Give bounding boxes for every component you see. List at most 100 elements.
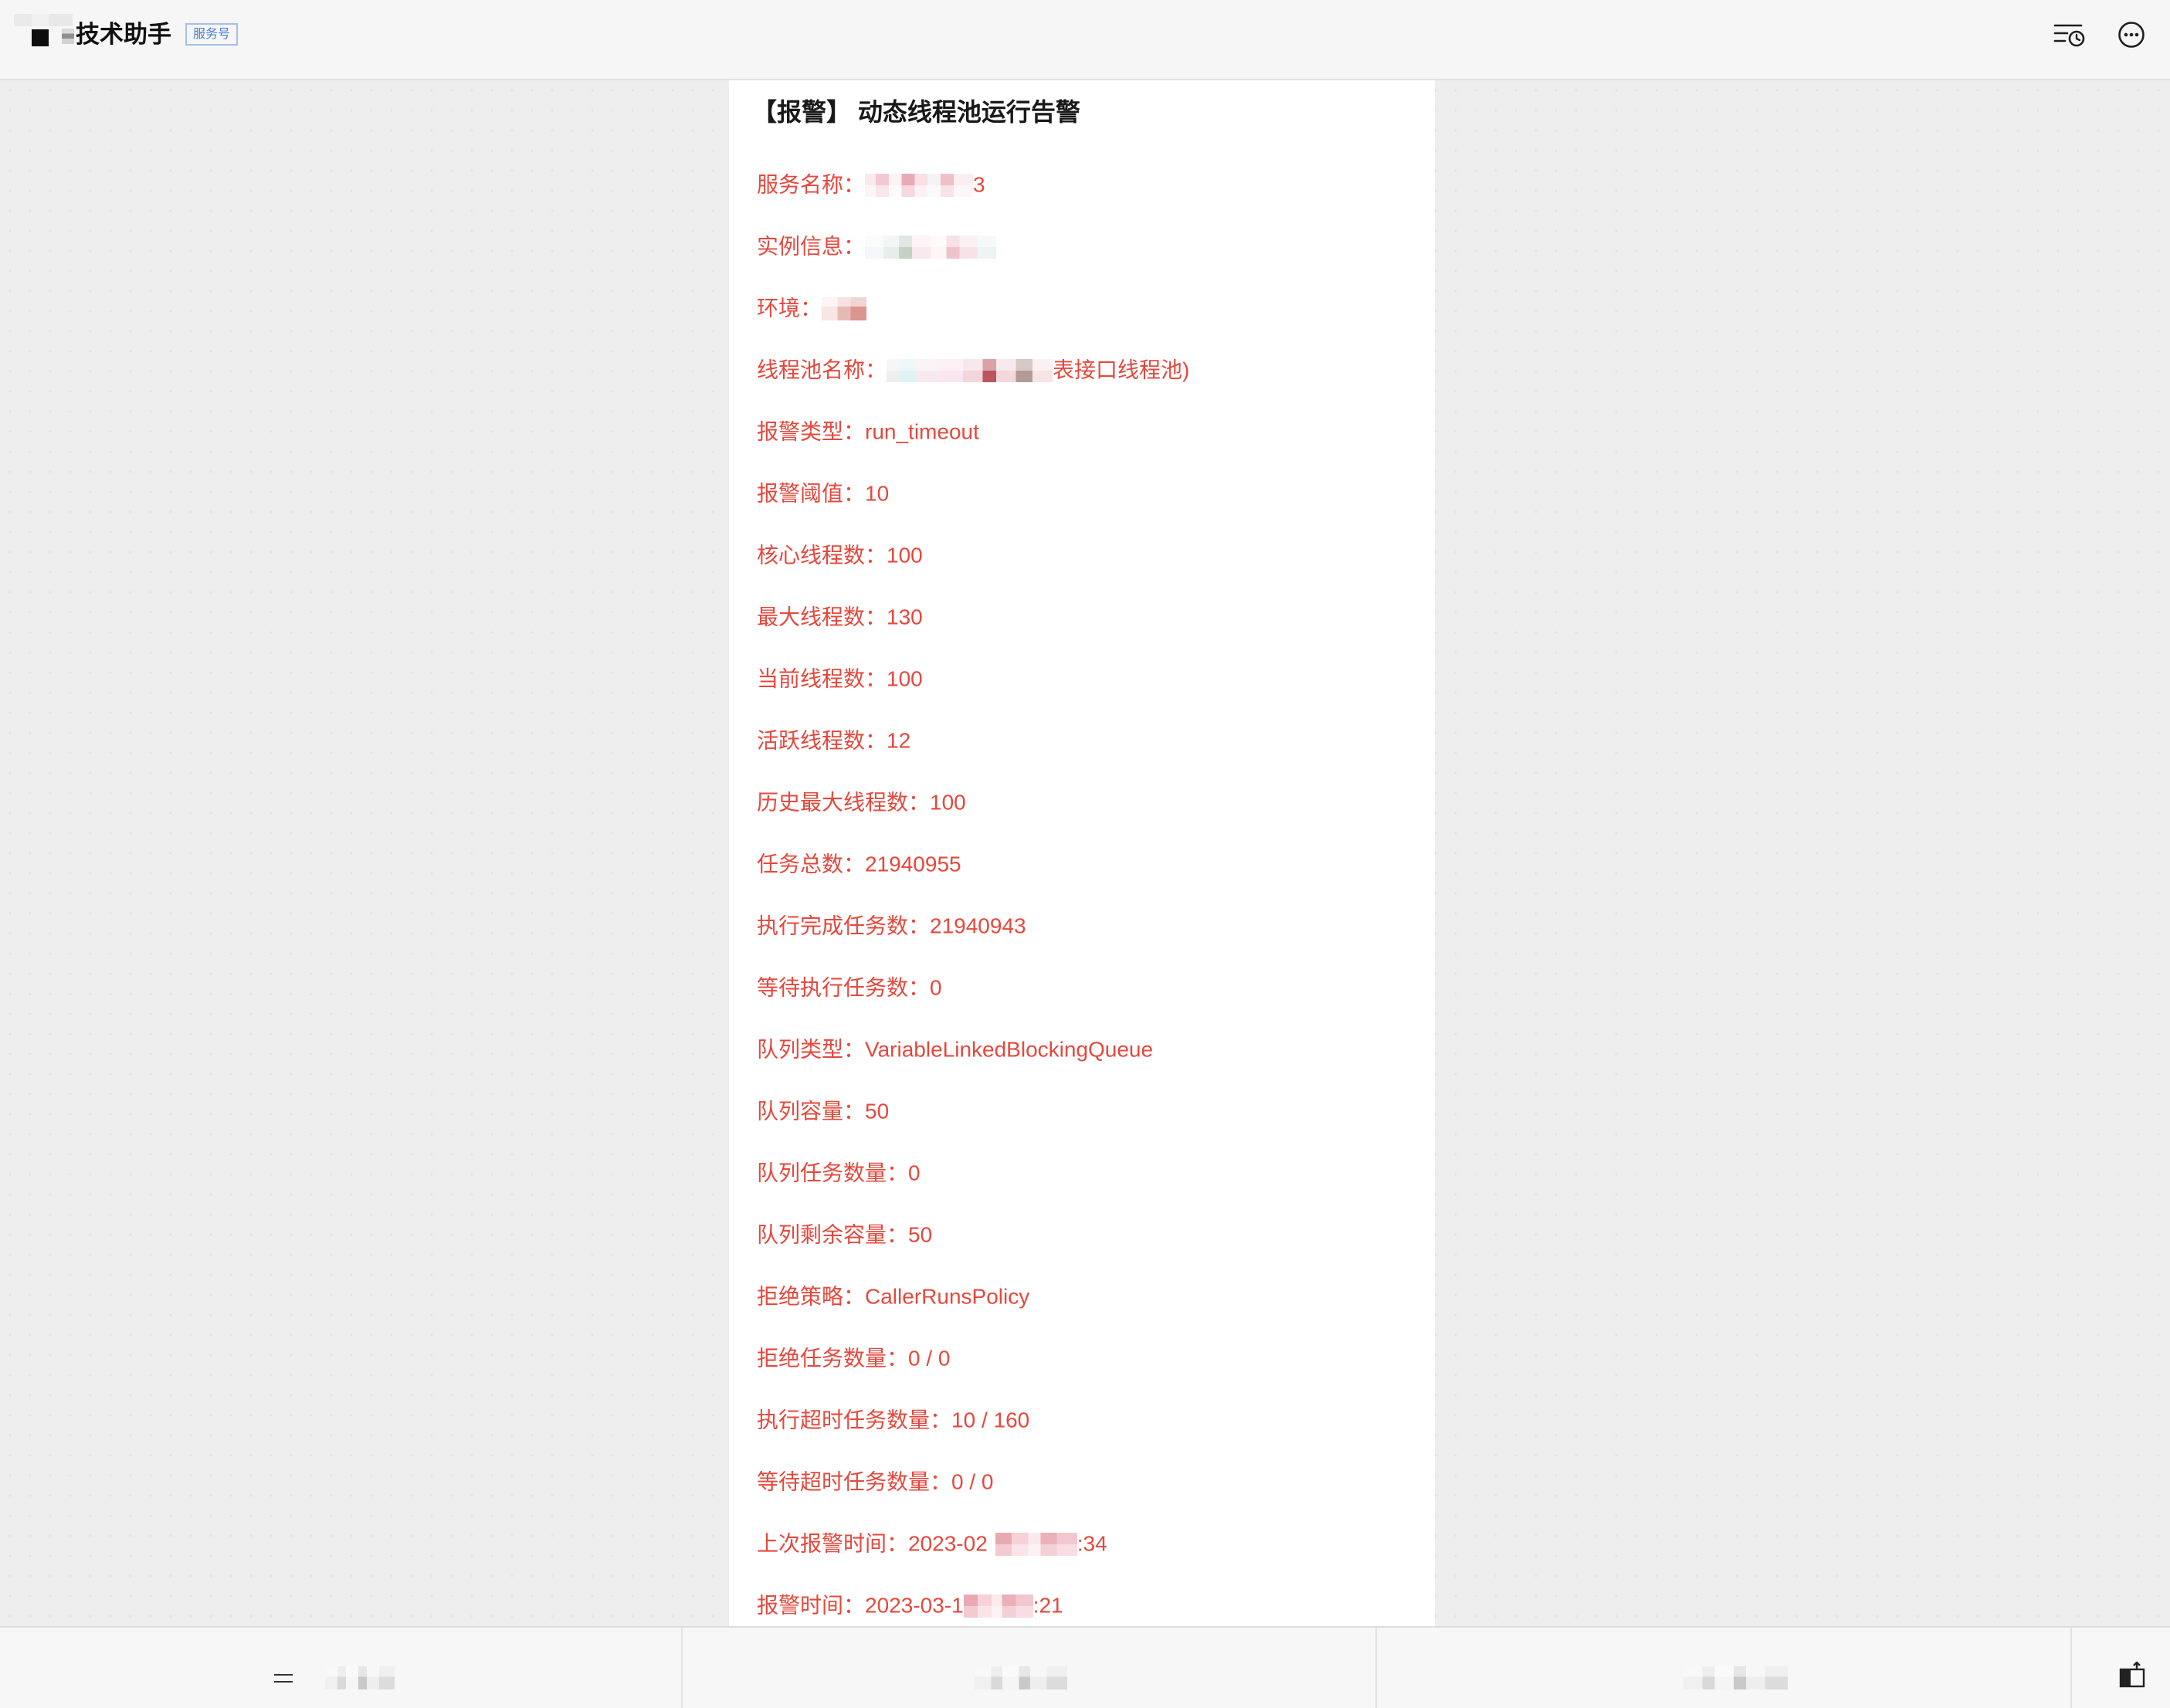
redacted-mosaic (1683, 1666, 1788, 1689)
field-queue-timeout-count: 等待超时任务数量：0 / 0 (757, 1450, 1421, 1512)
field-value: VariableLinkedBlockingQueue (865, 1037, 1154, 1062)
field-value: 10 (865, 481, 890, 506)
service-account-badge: 服务号 (185, 23, 238, 46)
field-active-threads: 活跃线程数：12 (757, 709, 1421, 771)
keyboard-switch-button[interactable] (2072, 1628, 2170, 1708)
field-label: 核心线程数： (757, 543, 887, 568)
field-label: 最大线程数： (757, 605, 887, 629)
field-label: 等待执行任务数： (757, 975, 931, 1000)
field-label: 队列类型： (757, 1037, 866, 1062)
field-instance-info: 实例信息： (757, 215, 1421, 276)
field-label: 报警阈值： (757, 481, 866, 506)
field-value: 2023-02 (908, 1531, 988, 1556)
field-service-name: 服务名称： 3 (757, 153, 1421, 215)
redacted-mosaic (325, 1666, 395, 1689)
bottom-menu-item-2[interactable] (683, 1628, 1375, 1708)
field-label: 活跃线程数： (757, 728, 887, 753)
chat-header: 技术助手 服务号 (0, 0, 2170, 80)
field-label: 队列任务数量： (757, 1161, 909, 1185)
redacted-mosaic (62, 29, 74, 44)
field-label: 拒绝任务数量： (757, 1346, 909, 1371)
field-label: 当前线程数： (757, 666, 887, 691)
field-last-alarm-time: 上次报警时间：2023-02 :34 (757, 1512, 1421, 1574)
redacted-mosaic (963, 1594, 1033, 1618)
field-value-suffix: :21 (1032, 1593, 1063, 1618)
field-value: 0 / 0 (908, 1346, 951, 1371)
field-completed-tasks: 执行完成任务数：21940943 (757, 894, 1421, 956)
field-label: 执行完成任务数： (757, 913, 931, 938)
field-alarm-time: 报警时间：2023-03-1 :21 (757, 1574, 1421, 1626)
message-title: 【报警】 动态线程池运行告警 (752, 98, 1080, 126)
menu-icon (274, 1674, 293, 1683)
redacted-mosaic (995, 1532, 1077, 1556)
bottom-menu-bar (0, 1626, 2170, 1708)
more-icon[interactable] (2117, 21, 2145, 49)
redacted-mosaic (865, 235, 997, 259)
field-label: 报警时间： (757, 1593, 866, 1618)
field-label: 服务名称： (757, 172, 866, 197)
field-waiting-tasks: 等待执行任务数：0 (757, 956, 1421, 1018)
field-label: 线程池名称： (757, 358, 887, 382)
redacted-mosaic (822, 297, 867, 320)
field-label: 任务总数： (757, 852, 866, 876)
field-value: CallerRunsPolicy (865, 1284, 1030, 1309)
redacted-mosaic (865, 173, 974, 197)
field-label: 实例信息： (757, 234, 866, 259)
field-queue-capacity: 队列容量：50 (757, 1079, 1421, 1141)
field-label: 队列剩余容量： (757, 1222, 909, 1247)
field-value-suffix: 3 (973, 172, 985, 197)
field-alarm-type: 报警类型：run_timeout (757, 400, 1421, 462)
keyboard-switch-icon (2117, 1660, 2147, 1689)
field-value: 100 (887, 666, 923, 691)
field-value: 100 (930, 790, 966, 815)
history-icon[interactable] (2053, 22, 2086, 47)
field-value: run_timeout (865, 419, 979, 444)
field-value-suffix: :34 (1077, 1531, 1107, 1556)
field-rejected-count: 拒绝任务数量：0 / 0 (757, 1327, 1421, 1388)
field-value: 2023-03-1 (865, 1593, 964, 1618)
field-run-timeout-count: 执行超时任务数量：10 / 160 (757, 1388, 1421, 1450)
redacted-mosaic (14, 14, 73, 26)
field-label: 等待超时任务数量： (757, 1469, 952, 1494)
field-value: 12 (887, 728, 911, 753)
field-label: 执行超时任务数量： (757, 1408, 952, 1432)
field-value-suffix: 表接口线程池) (1053, 358, 1190, 382)
field-thread-pool-name: 线程池名称： 表接口线程池) (757, 338, 1421, 400)
field-queue-remaining: 队列剩余容量：50 (757, 1203, 1421, 1265)
alert-message-card: 【报警】 动态线程池运行告警 服务名称： 3 实例信息： 环境： 线程池名称： 表接… (729, 80, 1435, 1626)
field-value: 0 (930, 975, 942, 1000)
field-value: 100 (887, 543, 923, 568)
field-environment: 环境： (757, 276, 1421, 338)
alert-fields: 服务名称： 3 实例信息： 环境： 线程池名称： 表接口线程池) 报警类型：run_… (757, 153, 1421, 1626)
field-label: 拒绝策略： (757, 1284, 866, 1309)
field-value: 50 (865, 1099, 890, 1123)
field-current-pool-size: 当前线程数：100 (757, 647, 1421, 709)
redacted-mosaic (887, 358, 1053, 382)
field-label: 上次报警时间： (757, 1531, 909, 1556)
redacted-mosaic (975, 1666, 1067, 1689)
field-value: 50 (908, 1222, 933, 1247)
field-task-count: 任务总数：21940955 (757, 832, 1421, 894)
field-max-pool-size: 最大线程数：130 (757, 585, 1421, 647)
field-label: 队列容量： (757, 1099, 866, 1123)
chat-area: 【报警】 动态线程池运行告警 服务名称： 3 实例信息： 环境： 线程池名称： 表接… (0, 80, 2170, 1626)
field-core-pool-size: 核心线程数：100 (757, 524, 1421, 585)
bottom-menu-item-1[interactable] (0, 1628, 681, 1708)
field-value: 130 (887, 605, 923, 629)
field-largest-pool-size: 历史最大线程数：100 (757, 771, 1421, 832)
field-value: 0 / 0 (951, 1469, 994, 1494)
field-label: 报警类型： (757, 419, 866, 444)
field-value: 0 (908, 1161, 921, 1185)
field-value: 10 / 160 (951, 1408, 1030, 1432)
field-alarm-threshold: 报警阈值：10 (757, 462, 1421, 524)
field-label: 环境： (757, 296, 822, 320)
field-value: 21940955 (865, 852, 961, 876)
field-queue-type: 队列类型：VariableLinkedBlockingQueue (757, 1018, 1421, 1079)
bottom-menu-item-3[interactable] (1377, 1628, 2070, 1708)
account-avatar-icon (32, 29, 49, 46)
account-title: 技术助手 (76, 21, 171, 48)
field-value: 21940943 (930, 913, 1026, 938)
field-queue-size: 队列任务数量：0 (757, 1141, 1421, 1203)
field-rejected-policy: 拒绝策略：CallerRunsPolicy (757, 1265, 1421, 1327)
field-label: 历史最大线程数： (757, 790, 931, 815)
